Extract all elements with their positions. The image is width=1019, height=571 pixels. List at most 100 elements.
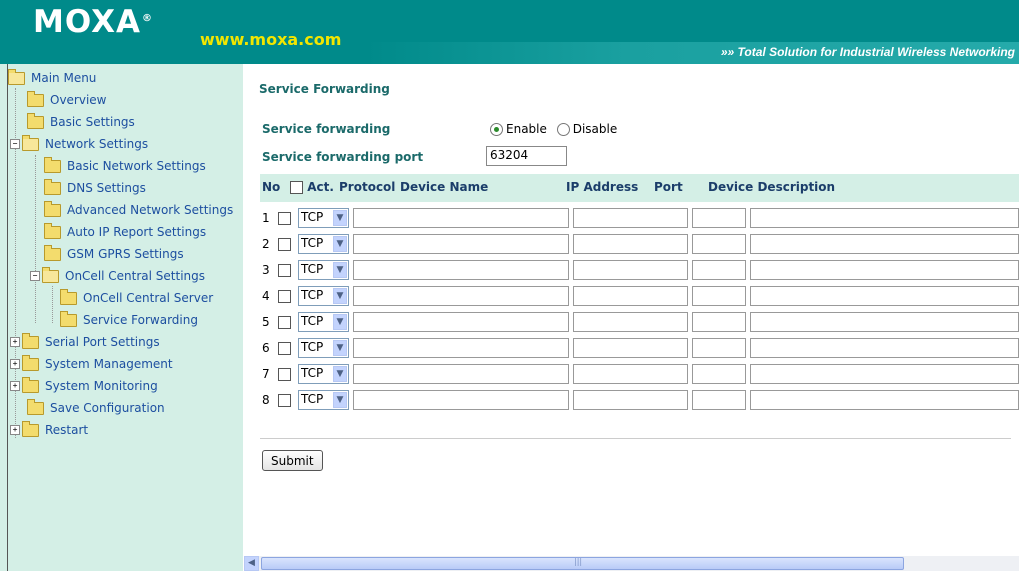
row-active-checkbox[interactable]	[278, 316, 291, 329]
sidebar-item-auto-ip-report-settings[interactable]: Auto IP Report Settings	[44, 222, 206, 242]
ip-address-input[interactable]	[573, 364, 688, 384]
ip-address-input[interactable]	[573, 390, 688, 410]
chevron-down-icon[interactable]: ▼	[333, 288, 347, 304]
device-description-input[interactable]	[750, 312, 1019, 332]
protocol-select[interactable]: TCP ▼	[298, 208, 349, 228]
scroll-thumb[interactable]	[261, 557, 904, 570]
row-active-checkbox[interactable]	[278, 290, 291, 303]
chevron-down-icon[interactable]: ▼	[333, 210, 347, 226]
device-description-input[interactable]	[750, 390, 1019, 410]
folder-icon	[44, 156, 61, 173]
port-input[interactable]	[692, 338, 746, 358]
disable-radio[interactable]	[556, 123, 570, 136]
sidebar-item-basic-settings[interactable]: Basic Settings	[27, 112, 135, 132]
row-active-checkbox[interactable]	[278, 342, 291, 355]
ip-address-input[interactable]	[573, 338, 688, 358]
device-name-input[interactable]	[353, 390, 569, 410]
service-forwarding-port-label: Service forwarding port	[262, 150, 424, 164]
device-description-input[interactable]	[750, 286, 1019, 306]
device-name-input[interactable]	[353, 312, 569, 332]
row-active-checkbox[interactable]	[278, 238, 291, 251]
chevron-down-icon[interactable]: ▼	[333, 262, 347, 278]
enable-radio-group: Enable Disable	[490, 122, 617, 136]
collapse-icon[interactable]: −	[30, 271, 40, 281]
expand-icon[interactable]: +	[10, 425, 20, 435]
sidebar-item-label: Save Configuration	[50, 401, 165, 415]
port-input[interactable]	[692, 364, 746, 384]
service-forwarding-port-input[interactable]: 63204	[486, 146, 567, 166]
sidebar-item-oncell-central-settings[interactable]: − OnCell Central Settings	[30, 266, 205, 286]
device-name-input[interactable]	[353, 234, 569, 254]
enable-radio[interactable]	[490, 123, 503, 136]
row-active-checkbox[interactable]	[278, 212, 291, 225]
sidebar-item-label: OnCell Central Settings	[65, 269, 206, 283]
device-description-input[interactable]	[750, 338, 1019, 358]
select-all-checkbox[interactable]	[290, 181, 303, 194]
device-name-input[interactable]	[353, 364, 569, 384]
sidebar-item-advanced-network-settings[interactable]: Advanced Network Settings	[44, 200, 233, 220]
device-description-input[interactable]	[750, 364, 1019, 384]
protocol-select[interactable]: TCP ▼	[298, 286, 349, 306]
sidebar-item-serial-port-settings[interactable]: + Serial Port Settings	[10, 332, 160, 352]
device-name-input[interactable]	[353, 208, 569, 228]
ip-address-input[interactable]	[573, 234, 688, 254]
port-input[interactable]	[692, 234, 746, 254]
ip-address-input[interactable]	[573, 312, 688, 332]
sidebar-item-oncell-central-server[interactable]: OnCell Central Server	[60, 288, 213, 308]
collapse-icon[interactable]: −	[10, 139, 20, 149]
sidebar-item-save-configuration[interactable]: Save Configuration	[27, 398, 165, 418]
expand-icon[interactable]: +	[10, 359, 20, 369]
folder-open-icon	[8, 68, 25, 85]
protocol-select[interactable]: TCP ▼	[298, 312, 349, 332]
sidebar-item-system-monitoring[interactable]: + System Monitoring	[10, 376, 158, 396]
sidebar-item-network-settings[interactable]: − Network Settings	[10, 134, 148, 154]
port-input[interactable]	[692, 286, 746, 306]
sidebar-item-service-forwarding[interactable]: Service Forwarding	[60, 310, 198, 330]
tree-connector	[52, 286, 53, 323]
device-description-input[interactable]	[750, 208, 1019, 228]
chevron-down-icon[interactable]: ▼	[333, 236, 347, 252]
sidebar-item-gsm-gprs-settings[interactable]: GSM GPRS Settings	[44, 244, 184, 264]
row-active-checkbox[interactable]	[278, 264, 291, 277]
device-description-input[interactable]	[750, 260, 1019, 280]
chevron-down-icon[interactable]: ▼	[333, 314, 347, 330]
disable-label: Disable	[572, 122, 618, 136]
expand-icon[interactable]: +	[10, 337, 20, 347]
row-number: 1	[262, 211, 270, 225]
protocol-select[interactable]: TCP ▼	[298, 364, 349, 384]
port-input[interactable]	[692, 260, 746, 280]
port-input[interactable]	[692, 312, 746, 332]
ip-address-input[interactable]	[573, 208, 688, 228]
device-name-input[interactable]	[353, 338, 569, 358]
chevron-down-icon[interactable]: ▼	[333, 340, 347, 356]
submit-button[interactable]: Submit	[262, 450, 323, 471]
sidebar-item-label: GSM GPRS Settings	[67, 247, 184, 261]
sidebar-item-overview[interactable]: Overview	[27, 90, 107, 110]
sidebar-item-restart[interactable]: + Restart	[10, 420, 88, 440]
protocol-select[interactable]: TCP ▼	[298, 338, 349, 358]
site-url[interactable]: www.moxa.com	[200, 30, 341, 49]
chevron-down-icon[interactable]: ▼	[333, 392, 347, 408]
chevron-down-icon[interactable]: ▼	[333, 366, 347, 382]
expand-icon[interactable]: +	[10, 381, 20, 391]
device-name-input[interactable]	[353, 260, 569, 280]
port-input[interactable]	[692, 208, 746, 228]
table-row: 4 TCP ▼	[260, 285, 1019, 307]
ip-address-input[interactable]	[573, 286, 688, 306]
sidebar-item-dns-settings[interactable]: DNS Settings	[44, 178, 146, 198]
sidebar-item-main-menu[interactable]: Main Menu	[8, 68, 96, 88]
device-name-input[interactable]	[353, 286, 569, 306]
sidebar-item-system-management[interactable]: + System Management	[10, 354, 173, 374]
row-active-checkbox[interactable]	[278, 394, 291, 407]
protocol-select[interactable]: TCP ▼	[298, 260, 349, 280]
protocol-select[interactable]: TCP ▼	[298, 390, 349, 410]
sidebar-item-basic-network-settings[interactable]: Basic Network Settings	[44, 156, 206, 176]
scroll-left-arrow-icon[interactable]: ◀	[244, 556, 259, 571]
protocol-select[interactable]: TCP ▼	[298, 234, 349, 254]
row-active-checkbox[interactable]	[278, 368, 291, 381]
horizontal-scrollbar[interactable]: ◀	[244, 556, 1019, 571]
device-description-input[interactable]	[750, 234, 1019, 254]
sidebar-item-label: Advanced Network Settings	[67, 203, 234, 217]
ip-address-input[interactable]	[573, 260, 688, 280]
port-input[interactable]	[692, 390, 746, 410]
